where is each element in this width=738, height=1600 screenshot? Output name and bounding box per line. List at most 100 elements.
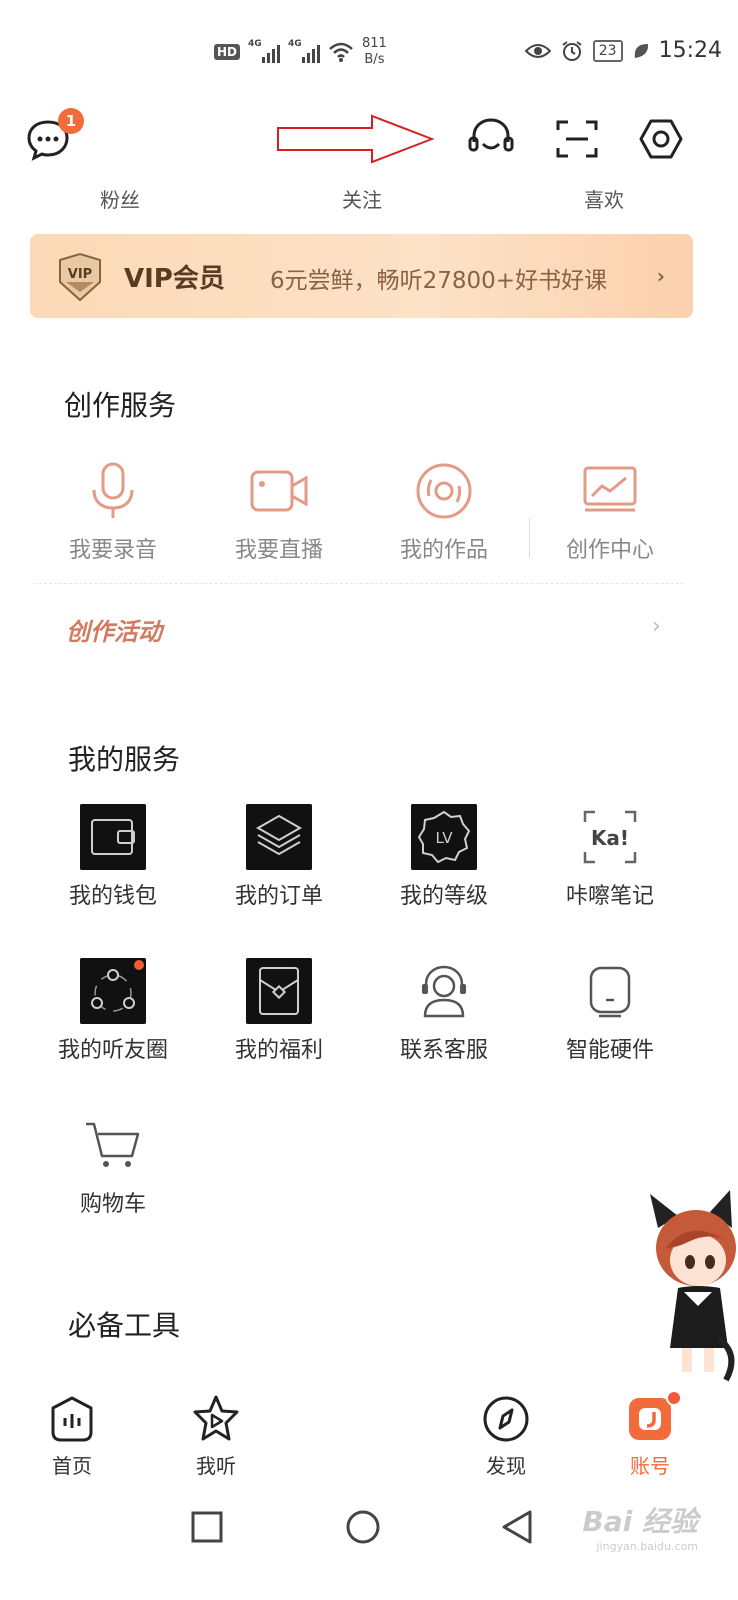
layers-icon xyxy=(246,804,312,870)
scan-icon[interactable] xyxy=(552,114,602,164)
clock: 15:24 xyxy=(658,38,722,63)
watermark: Bai 经验 jingyan.baidu.com xyxy=(582,1500,698,1553)
vip-title: VIP会员 xyxy=(124,264,225,294)
cart-icon xyxy=(86,1122,140,1167)
customer-service-button[interactable]: 联系客服 xyxy=(369,958,519,1064)
tab-account[interactable]: 账号 xyxy=(600,1394,700,1479)
vip-banner[interactable]: VIP VIP会员 6元尝鲜，畅听27800+好书好课 › xyxy=(30,234,693,318)
compass-icon xyxy=(483,1396,529,1442)
watermark-text: Bai 经验 xyxy=(582,1505,698,1538)
tab-discover[interactable]: 发现 xyxy=(456,1394,556,1479)
alarm-icon xyxy=(562,40,582,61)
network-type: 4G xyxy=(288,39,302,49)
tab-account-badge xyxy=(666,1390,682,1406)
tab-listen[interactable]: 我听 xyxy=(166,1394,266,1479)
record-button[interactable]: 我要录音 xyxy=(38,458,188,564)
friends-circle-label: 我的听友圈 xyxy=(57,1038,168,1063)
recent-apps-icon[interactable] xyxy=(190,1510,224,1544)
annotation-arrow-icon xyxy=(277,114,434,164)
record-label: 我要录音 xyxy=(68,538,157,563)
chevron-right-icon: › xyxy=(656,264,665,288)
gift-envelope-icon xyxy=(246,958,312,1024)
tab-home-label: 首页 xyxy=(52,1454,92,1478)
home-icon xyxy=(51,1396,93,1442)
my-works-label: 我的作品 xyxy=(399,538,488,563)
orders-label: 我的订单 xyxy=(234,884,323,909)
watermark-subtext: jingyan.baidu.com xyxy=(596,1540,698,1553)
net-speed-unit: B/s xyxy=(364,52,385,67)
vip-badge-icon: VIP xyxy=(59,252,101,302)
tab-home[interactable]: 首页 xyxy=(22,1394,122,1479)
customer-service-icon xyxy=(422,965,466,1018)
status-left: HD 4G 4G 811 B/s xyxy=(214,36,387,68)
level-badge-icon: LV xyxy=(411,804,477,870)
settings-icon[interactable] xyxy=(636,114,686,164)
smart-hardware-label: 智能硬件 xyxy=(565,1038,654,1063)
divider xyxy=(529,518,530,558)
home-circle-icon[interactable] xyxy=(344,1508,382,1546)
bottom-tab-bar: 首页 我听 发现 账号 xyxy=(0,1384,738,1484)
status-bar: HD 4G 4G 811 B/s 23 15:24 xyxy=(0,0,738,100)
disc-icon xyxy=(416,463,472,519)
wallet-icon xyxy=(80,804,146,870)
welfare-label: 我的福利 xyxy=(234,1038,323,1063)
battery-indicator: 23 xyxy=(592,39,623,62)
monitor-chart-icon xyxy=(583,466,637,512)
leaf-icon xyxy=(634,43,648,58)
mascot-icon[interactable] xyxy=(648,1188,738,1384)
stat-likes[interactable]: 喜欢 xyxy=(544,184,664,213)
cart-button[interactable]: 购物车 xyxy=(38,1112,188,1218)
level-label: 我的等级 xyxy=(399,884,488,909)
customer-service-label: 联系客服 xyxy=(399,1038,488,1063)
microphone-icon xyxy=(92,462,134,518)
ka-note-button[interactable]: Ka! 咔嚓笔记 xyxy=(535,804,685,910)
network-type: 4G xyxy=(248,39,262,49)
creator-center-button[interactable]: 创作中心 xyxy=(535,458,685,564)
star-play-icon xyxy=(193,1395,239,1441)
live-label: 我要直播 xyxy=(234,538,323,563)
signal-icon: 4G xyxy=(288,39,321,63)
my-services-title: 我的服务 xyxy=(68,743,181,776)
level-button[interactable]: LV 我的等级 xyxy=(369,804,519,910)
signal-icon: 4G xyxy=(248,39,281,63)
ka-note-icon: Ka! xyxy=(583,810,637,864)
divider xyxy=(34,583,684,584)
smart-speaker-icon xyxy=(589,966,631,1018)
stat-fans[interactable]: 粉丝 xyxy=(60,184,180,213)
friends-circle-icon xyxy=(80,958,146,1024)
live-button[interactable]: 我要直播 xyxy=(204,458,354,564)
net-speed-value: 811 xyxy=(362,36,387,51)
eye-icon xyxy=(524,43,551,58)
headset-icon[interactable] xyxy=(466,114,516,164)
tab-discover-label: 发现 xyxy=(486,1454,526,1478)
net-speed: 811 B/s xyxy=(362,36,387,68)
create-services-title: 创作服务 xyxy=(64,389,177,422)
video-camera-icon xyxy=(250,470,308,512)
wifi-icon xyxy=(329,42,353,62)
creator-center-label: 创作中心 xyxy=(565,538,654,563)
stat-following[interactable]: 关注 xyxy=(302,184,422,213)
smart-hardware-button[interactable]: 智能硬件 xyxy=(535,958,685,1064)
wallet-button[interactable]: 我的钱包 xyxy=(38,804,188,910)
hd-badge: HD xyxy=(214,44,241,60)
account-header: 1 粉丝 关注 喜欢 xyxy=(0,100,738,220)
my-works-button[interactable]: 我的作品 xyxy=(369,458,519,564)
friends-circle-button[interactable]: 我的听友圈 xyxy=(38,958,188,1064)
vip-badge-text: VIP xyxy=(68,267,92,282)
orders-button[interactable]: 我的订单 xyxy=(204,804,354,910)
create-activity-link[interactable]: 创作活动 xyxy=(66,612,162,647)
back-icon[interactable] xyxy=(500,1508,536,1546)
wallet-label: 我的钱包 xyxy=(68,884,157,909)
level-badge-text: LV xyxy=(436,829,454,847)
cart-label: 购物车 xyxy=(79,1192,146,1217)
notification-badge: 1 xyxy=(58,108,84,134)
welfare-button[interactable]: 我的福利 xyxy=(204,958,354,1064)
vip-description: 6元尝鲜，畅听27800+好书好课 xyxy=(270,268,608,294)
ka-badge-text: Ka! xyxy=(591,826,629,850)
tab-account-label: 账号 xyxy=(630,1454,670,1478)
tools-title: 必备工具 xyxy=(68,1309,181,1342)
tab-listen-label: 我听 xyxy=(196,1454,236,1478)
chevron-right-icon[interactable]: › xyxy=(652,614,661,639)
ka-note-label: 咔嚓笔记 xyxy=(565,884,654,909)
status-right: 23 15:24 xyxy=(524,38,722,63)
